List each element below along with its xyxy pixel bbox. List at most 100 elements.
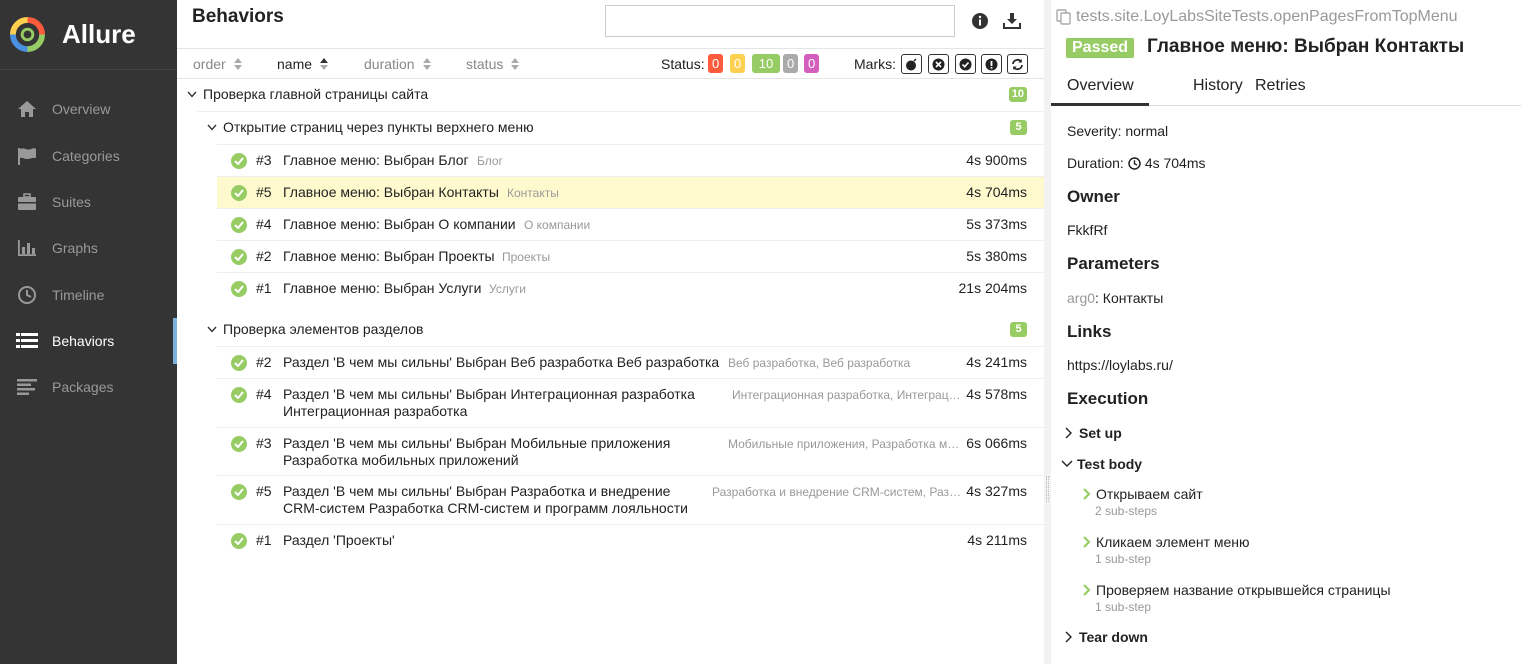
- tree-epic[interactable]: Проверка главной страницы сайта 10: [187, 78, 1044, 110]
- passed-check-icon: [231, 355, 247, 371]
- severity: Severity: normal: [1067, 123, 1169, 139]
- test-number: #2: [256, 354, 272, 370]
- table-row[interactable]: #4 Главное меню: Выбран О компании О ком…: [217, 208, 1044, 240]
- pane-splitter[interactable]: [1044, 0, 1051, 664]
- sort-arrows-icon: [511, 58, 520, 70]
- table-row[interactable]: #1 Раздел 'Проекты' 4s 211ms: [217, 524, 1044, 556]
- test-number: #5: [256, 184, 272, 200]
- brand[interactable]: Allure: [0, 0, 177, 70]
- table-row[interactable]: #3 Главное меню: Выбран Блог Блог 4s 900…: [217, 144, 1044, 176]
- status-filter-failed[interactable]: 0: [708, 54, 724, 73]
- new-failed-mark-icon[interactable]: [928, 54, 949, 74]
- list-icon: [16, 331, 38, 351]
- sidebar-item-graphs[interactable]: Graphs: [0, 225, 177, 271]
- sidebar-item-timeline[interactable]: Timeline: [0, 272, 177, 318]
- chevron-down-icon: [207, 326, 217, 333]
- step-title: Проверяем название открывшейся страницы: [1096, 582, 1391, 598]
- flaky-mark-icon[interactable]: [901, 54, 922, 74]
- retries-mark-icon[interactable]: [1007, 54, 1028, 74]
- sidebar-item-packages[interactable]: Packages: [0, 364, 177, 410]
- home-icon: [16, 99, 38, 119]
- table-row[interactable]: #2 Главное меню: Выбран Проекты Проекты …: [217, 240, 1044, 272]
- table-row[interactable]: #5 Раздел 'В чем мы сильны' Выбран Разра…: [217, 475, 1044, 524]
- teardown-toggle[interactable]: Tear down: [1063, 629, 1148, 645]
- execution-heading: Execution: [1067, 389, 1149, 408]
- status-filter-passed[interactable]: 10: [752, 54, 780, 73]
- setup-toggle[interactable]: Set up: [1063, 425, 1122, 441]
- sidebar-item-label: Graphs: [52, 240, 98, 256]
- table-row[interactable]: #4 Раздел 'В чем мы сильны' Выбран Интег…: [217, 378, 1044, 427]
- sidebar-item-suites[interactable]: Suites: [0, 179, 177, 225]
- test-name: Главное меню: Выбран Проекты: [283, 248, 495, 264]
- passed-check-icon: [231, 436, 247, 452]
- sidebar-item-label: Packages: [52, 379, 114, 395]
- sort-order-label: order: [193, 56, 226, 72]
- sidebar-item-categories[interactable]: Categories: [0, 133, 177, 179]
- sort-bar: order name duration status Status: 0 0 1…: [177, 48, 1044, 79]
- owner-heading: Owner: [1067, 187, 1120, 206]
- sort-duration[interactable]: duration: [364, 56, 431, 72]
- links-heading: Links: [1067, 322, 1112, 341]
- test-link[interactable]: https://loylabs.ru/: [1067, 357, 1173, 373]
- test-number: #5: [256, 483, 272, 499]
- test-number: #4: [256, 216, 272, 232]
- test-tag: Услуги: [489, 282, 526, 296]
- test-name: Главное меню: Выбран Услуги: [283, 280, 482, 296]
- step-item[interactable]: Кликаем элемент меню 1 sub-step: [1081, 534, 1250, 566]
- download-icon[interactable]: [1001, 10, 1023, 32]
- tree-feature[interactable]: Открытие страниц через пункты верхнего м…: [207, 111, 1044, 143]
- splitter-grip-icon[interactable]: [1046, 476, 1049, 502]
- step-chevron-icon: [1083, 536, 1091, 548]
- passed-check-icon: [231, 533, 247, 549]
- test-name: Главное меню: Выбран Контакты: [283, 184, 499, 200]
- status-filter-unknown[interactable]: 0: [804, 54, 820, 73]
- status-filter-broken[interactable]: 0: [730, 54, 746, 73]
- tab-history[interactable]: History: [1193, 77, 1243, 95]
- duration-label: Duration:: [1067, 155, 1124, 171]
- sort-name-label: name: [277, 56, 313, 72]
- step-title: Кликаем элемент меню: [1096, 534, 1250, 550]
- bar-chart-icon: [16, 238, 38, 258]
- table-row-selected[interactable]: #5 Главное меню: Выбран Контакты Контакт…: [217, 176, 1044, 208]
- test-duration: 4s 704ms: [966, 184, 1027, 200]
- tab-overview[interactable]: Overview: [1067, 77, 1134, 95]
- feature-label: Открытие страниц через пункты верхнего м…: [223, 119, 534, 135]
- parameters-heading: Parameters: [1067, 254, 1160, 273]
- details-tabs: Overview History Retries: [1051, 70, 1521, 106]
- allure-logo-icon: [10, 17, 45, 52]
- info-icon[interactable]: [969, 10, 991, 32]
- sort-name[interactable]: name: [277, 56, 329, 72]
- test-duration: 21s 204ms: [958, 280, 1027, 296]
- duration: Duration: 4s 704ms: [1067, 155, 1206, 171]
- feature-count-badge: 5: [1010, 321, 1027, 337]
- table-row[interactable]: #1 Главное меню: Выбран Услуги Услуги 21…: [217, 272, 1044, 304]
- tab-retries[interactable]: Retries: [1255, 77, 1306, 95]
- new-broken-mark-icon[interactable]: [981, 54, 1002, 74]
- epic-count-badge: 10: [1008, 86, 1027, 102]
- align-left-icon: [16, 377, 38, 397]
- sort-status[interactable]: status: [466, 56, 520, 72]
- test-duration: 6s 066ms: [966, 435, 1027, 451]
- search-input[interactable]: [605, 5, 955, 37]
- copy-icon[interactable]: [1056, 9, 1071, 25]
- sidebar-item-behaviors[interactable]: Behaviors: [0, 318, 177, 364]
- sidebar-item-overview[interactable]: Overview: [0, 86, 177, 132]
- test-full-name: tests.site.LoyLabsSiteTests.openPagesFro…: [1056, 8, 1458, 26]
- step-item[interactable]: Открываем сайт 2 sub-steps: [1081, 486, 1203, 518]
- table-row[interactable]: #2 Раздел 'В чем мы сильны' Выбран Веб р…: [217, 346, 1044, 378]
- sort-arrows-icon: [422, 58, 431, 70]
- epic-label: Проверка главной страницы сайта: [203, 86, 429, 102]
- test-body-toggle[interactable]: Test body: [1061, 456, 1142, 472]
- table-row[interactable]: #3 Раздел 'В чем мы сильны' Выбран Мобил…: [217, 427, 1044, 475]
- new-passed-mark-icon[interactable]: [955, 54, 976, 74]
- sort-order[interactable]: order: [193, 56, 242, 72]
- sidebar-item-label: Suites: [52, 194, 91, 210]
- step-title: Открываем сайт: [1096, 486, 1203, 502]
- passed-check-icon: [231, 484, 247, 500]
- status-filter-skipped[interactable]: 0: [783, 54, 799, 73]
- parameter-name: arg0: [1067, 290, 1096, 306]
- test-duration: 4s 900ms: [966, 152, 1027, 168]
- test-number: #4: [256, 386, 272, 402]
- tree-feature[interactable]: Проверка элементов разделов 5: [207, 313, 1044, 345]
- step-item[interactable]: Проверяем название открывшейся страницы …: [1081, 582, 1391, 614]
